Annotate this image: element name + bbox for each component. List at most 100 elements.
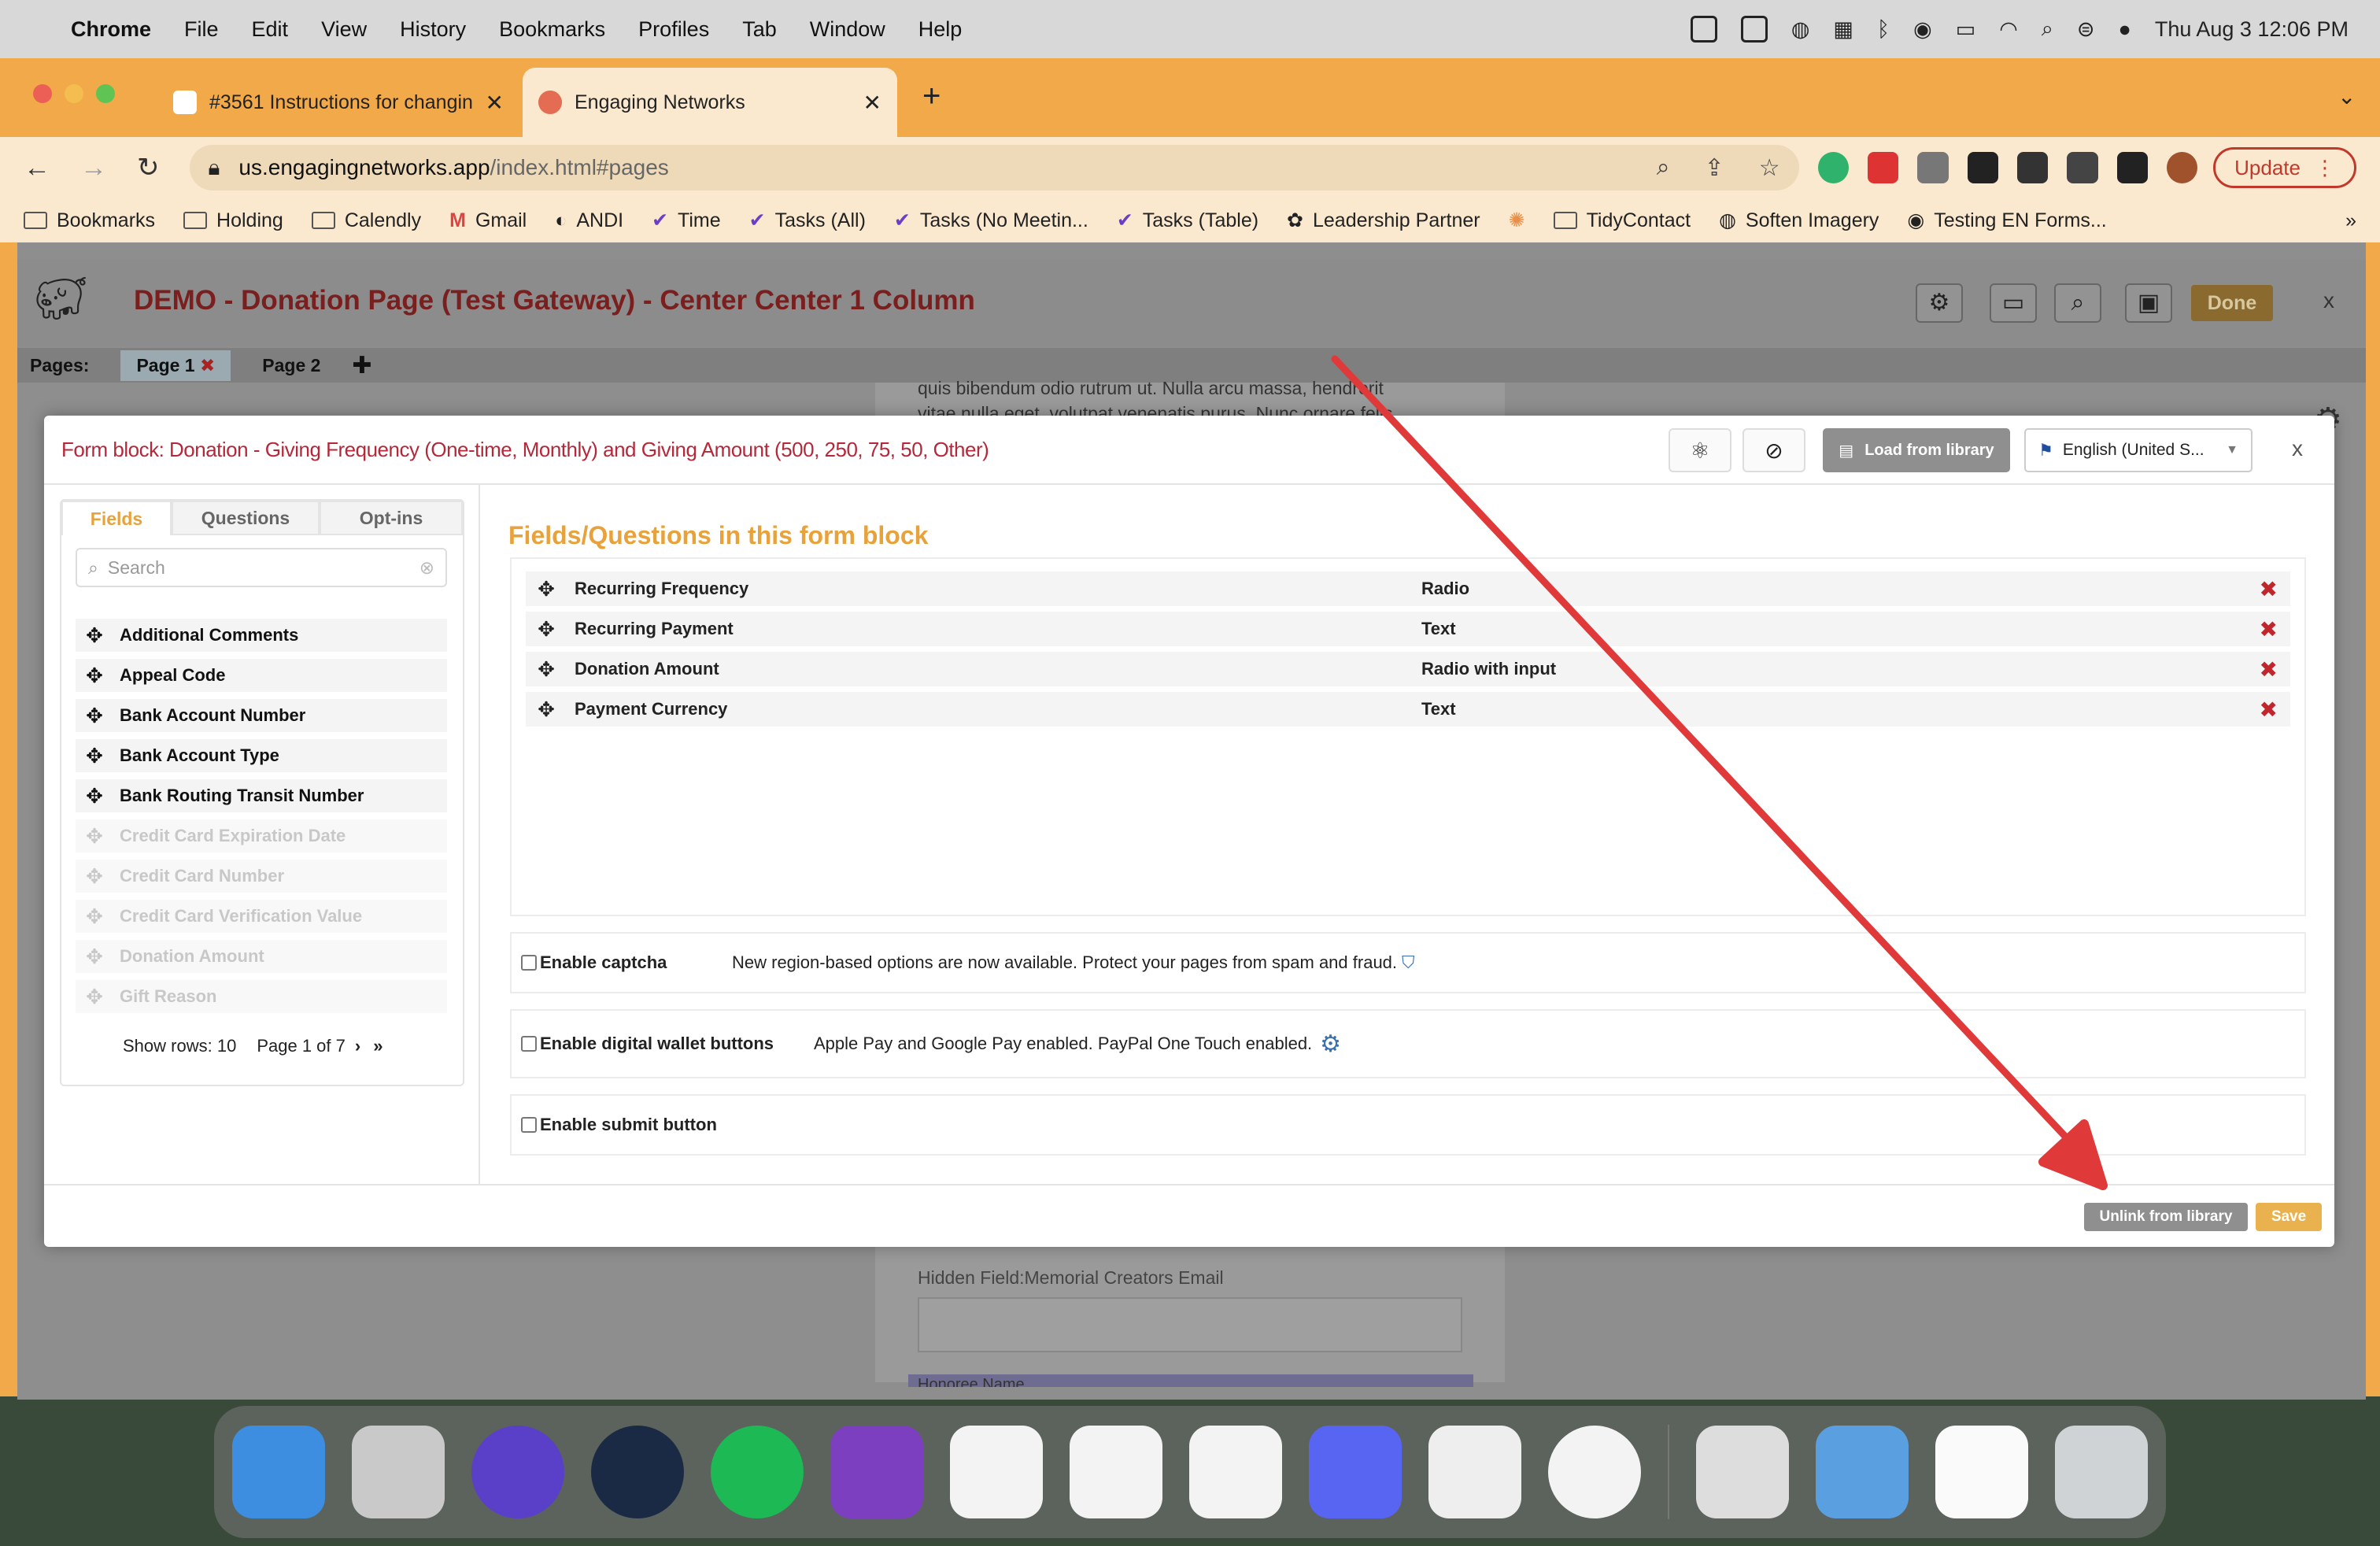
close-tab-icon[interactable]: ✕	[486, 90, 504, 116]
menu-view[interactable]: View	[321, 17, 367, 42]
bookmark-time[interactable]: ✔ Time	[652, 209, 721, 232]
tab-questions[interactable]: Questions	[172, 501, 320, 535]
move-icon[interactable]: ✥	[83, 704, 105, 728]
status-drive-icon[interactable]	[1740, 16, 1768, 43]
ab-test-icon[interactable]: ⚛	[1669, 428, 1731, 472]
bookmark-calendly[interactable]: Calendly	[311, 209, 421, 232]
bh-extension-icon[interactable]	[2016, 152, 2049, 183]
hide-icon[interactable]: ⊘	[1743, 428, 1805, 472]
forward-icon[interactable]: →	[80, 153, 107, 183]
chrome-window-preview-icon[interactable]	[1935, 1426, 2028, 1518]
control-center-icon[interactable]: ⊜	[2077, 17, 2095, 42]
bookmark-testing-en-forms[interactable]: ◉ Testing EN Forms...	[1907, 209, 2106, 232]
lock-icon[interactable]: 🔒︎	[209, 155, 220, 181]
globe-icon[interactable]: ◍	[1791, 17, 1810, 42]
list-item[interactable]: ✥ Bank Account Type	[76, 739, 447, 772]
ublock-extension-icon[interactable]	[1917, 152, 1949, 183]
settings-gear-icon[interactable]: ⚙	[1916, 283, 1963, 323]
tab-page-2[interactable]: Page 2	[262, 355, 320, 376]
menu-history[interactable]: History	[400, 17, 466, 42]
siri-icon[interactable]: ●	[2119, 17, 2131, 42]
move-icon[interactable]: ✥	[83, 623, 105, 648]
done-button[interactable]: Done	[2191, 285, 2273, 321]
vscode-insiders-icon[interactable]	[950, 1426, 1043, 1518]
table-row[interactable]: ✥ Recurring Payment Text ✖	[526, 612, 2290, 646]
menu-app[interactable]: Chrome	[71, 17, 151, 42]
delete-page-icon[interactable]: ✖	[200, 355, 215, 375]
archive-utility-icon[interactable]	[1696, 1426, 1789, 1518]
window-manager-icon[interactable]: ▦	[1833, 17, 1853, 42]
move-icon[interactable]: ✥	[535, 697, 557, 722]
next-page-icon[interactable]: ›	[355, 1036, 360, 1056]
show-rows-control[interactable]: Show rows: 10	[123, 1036, 236, 1056]
move-icon[interactable]: ✥	[83, 744, 105, 768]
move-icon[interactable]: ✥	[535, 577, 557, 601]
list-item[interactable]: ✥ Additional Comments	[76, 619, 447, 652]
search-icon[interactable]: ⌕	[2054, 283, 2101, 323]
load-from-library-button[interactable]: ▤ Load from library	[1823, 428, 2010, 472]
tab-page-1[interactable]: Page 1 ✖	[120, 350, 231, 381]
menu-file[interactable]: File	[184, 17, 219, 42]
folder-icon[interactable]	[1816, 1426, 1909, 1518]
wallet-checkbox[interactable]	[521, 1036, 537, 1052]
share-icon[interactable]: ⇪	[1705, 154, 1724, 182]
wifi-icon[interactable]: ◠	[1999, 17, 2018, 42]
delete-icon[interactable]: ✖	[2260, 697, 2278, 723]
menu-edit[interactable]: Edit	[252, 17, 289, 42]
template-icon[interactable]: ▭	[1990, 283, 2037, 323]
table-row[interactable]: ✥ Payment Currency Text ✖	[526, 692, 2290, 727]
table-row[interactable]: ✥ Recurring Frequency Radio ✖	[526, 571, 2290, 606]
discord-icon[interactable]	[1309, 1426, 1402, 1518]
move-icon[interactable]: ✥	[83, 784, 105, 808]
menu-profiles[interactable]: Profiles	[638, 17, 709, 42]
tab-opt-ins[interactable]: Opt-ins	[320, 501, 463, 535]
more-bookmarks-icon[interactable]: »	[2345, 209, 2356, 232]
add-page-icon[interactable]: ✚	[352, 352, 371, 379]
captcha-label[interactable]: Enable captcha	[540, 952, 732, 973]
bookmark-leadership-partner[interactable]: ✿ Leadership Partner	[1287, 209, 1480, 232]
delete-icon[interactable]: ✖	[2260, 576, 2278, 602]
calendar-extension-icon[interactable]	[1867, 152, 1899, 183]
bookmark-soften-imagery[interactable]: ◍ Soften Imagery	[1719, 209, 1879, 232]
back-icon[interactable]: ←	[24, 153, 50, 183]
save-disk-icon[interactable]: ▣	[2125, 283, 2172, 323]
spotlight-icon[interactable]: ⌕	[2042, 17, 2053, 42]
language-select[interactable]: ⚑ English (United S... ▼	[2024, 428, 2252, 472]
bookmark-tidycontact[interactable]: TidyContact	[1553, 209, 1691, 232]
bookmark-gmail[interactable]: M Gmail	[449, 209, 527, 232]
spotify-icon[interactable]	[711, 1426, 804, 1518]
close-tab-icon[interactable]: ✕	[863, 90, 881, 116]
submit-checkbox[interactable]	[521, 1117, 537, 1133]
tab-engaging-networks[interactable]: Engaging Networks ✕	[523, 68, 897, 137]
grammarly-extension-icon[interactable]	[1817, 152, 1849, 183]
launchpad-icon[interactable]	[352, 1426, 445, 1518]
tab-fields[interactable]: Fields	[61, 501, 172, 535]
address-bar[interactable]: 🔒︎ us.engagingnetworks.app/index.html#pa…	[189, 145, 1799, 190]
unlink-from-library-button[interactable]: Unlink from library	[2084, 1203, 2248, 1231]
move-icon[interactable]: ✥	[535, 617, 557, 642]
bookmark-andi[interactable]: ◐ ANDI	[555, 209, 623, 232]
delete-icon[interactable]: ✖	[2260, 656, 2278, 682]
captcha-checkbox[interactable]	[521, 955, 537, 971]
bookmark-tasks-no-meetings[interactable]: ✔ Tasks (No Meetin...	[894, 209, 1088, 232]
move-icon[interactable]: ✥	[83, 664, 105, 688]
chrome-icon[interactable]	[1548, 1426, 1641, 1518]
delete-icon[interactable]: ✖	[2260, 616, 2278, 642]
moon-app-icon[interactable]	[471, 1426, 564, 1518]
list-item[interactable]: ✥ Bank Routing Transit Number	[76, 779, 447, 812]
tab-instructions[interactable]: #3561 Instructions for changin ✕	[157, 68, 519, 137]
bookmark-tasks-table[interactable]: ✔ Tasks (Table)	[1117, 209, 1258, 232]
menu-help[interactable]: Help	[918, 17, 963, 42]
vscode-icon[interactable]	[1070, 1426, 1162, 1518]
zoom-window-button[interactable]	[96, 84, 115, 103]
save-button[interactable]: Save	[2256, 1203, 2322, 1231]
slack-icon[interactable]	[1189, 1426, 1282, 1518]
bookmark-swirl[interactable]: ✺	[1509, 209, 1525, 232]
avatar[interactable]	[2166, 152, 2198, 183]
finder-icon[interactable]	[232, 1426, 325, 1518]
menu-bookmarks[interactable]: Bookmarks	[499, 17, 605, 42]
bookmark-holding[interactable]: Holding	[183, 209, 283, 232]
trash-icon[interactable]	[2055, 1426, 2148, 1518]
zoom-icon[interactable]: ⌕	[1657, 154, 1670, 182]
steam-icon[interactable]	[591, 1426, 684, 1518]
